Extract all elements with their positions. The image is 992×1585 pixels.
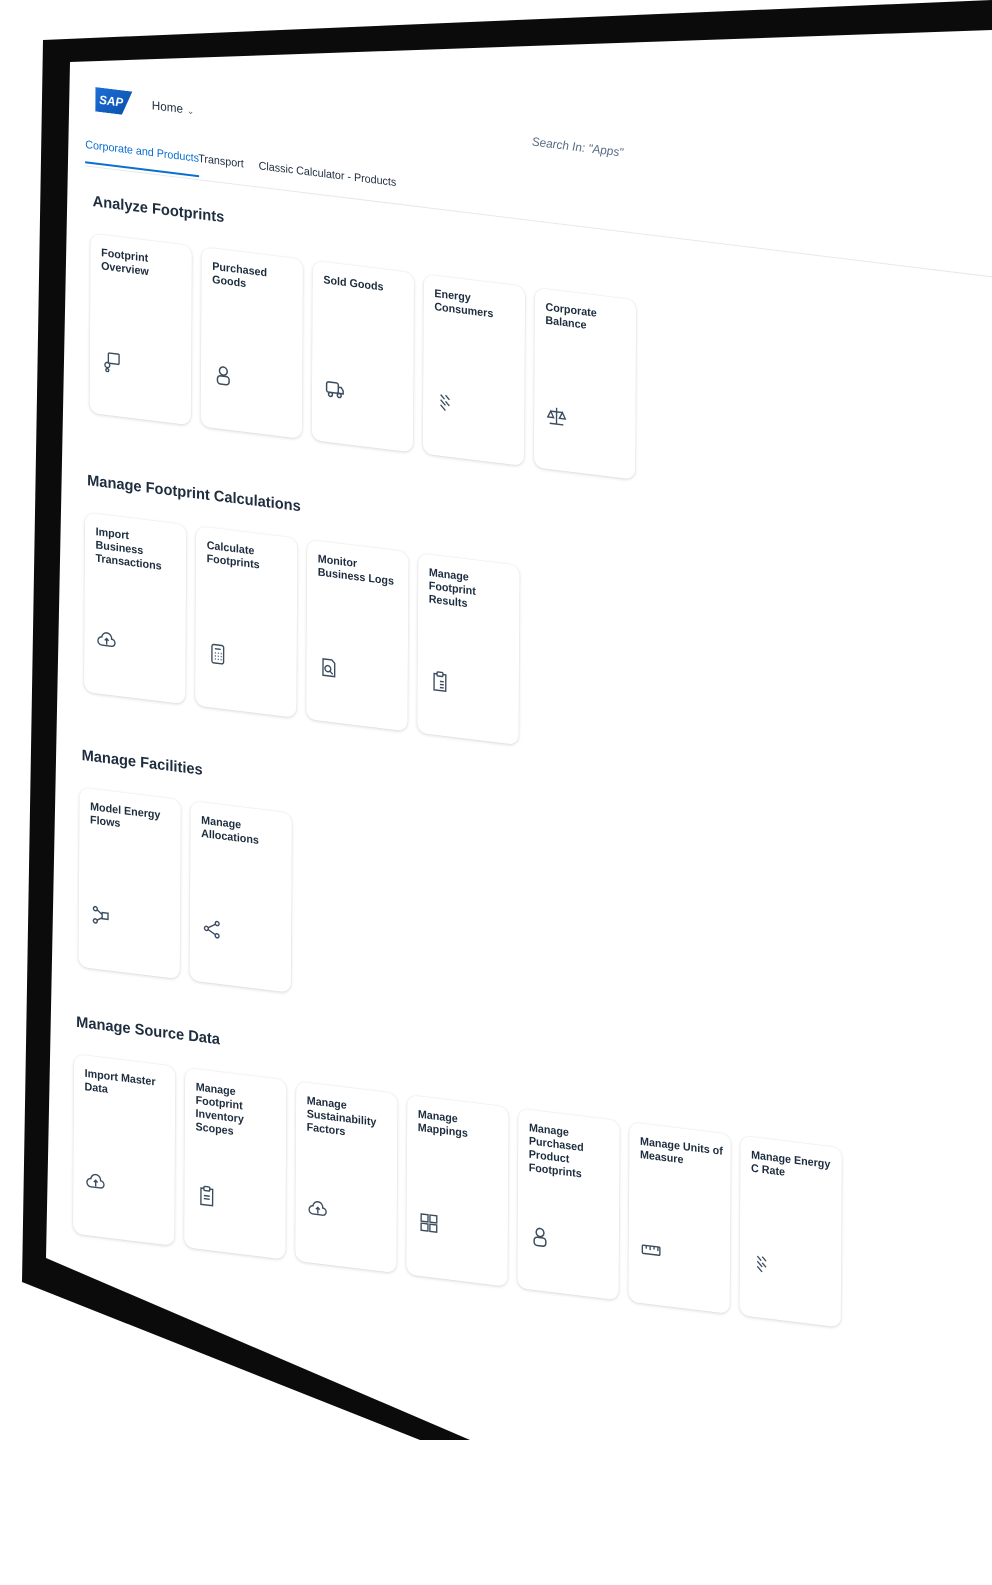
home-menu[interactable]: Home ⌄ xyxy=(152,98,195,117)
tile-label: Manage Sustainability Factors xyxy=(306,1094,377,1139)
share-icon xyxy=(201,917,223,942)
cloud-upload-icon xyxy=(85,1170,107,1195)
tile-monitor-business-logs[interactable]: Monitor Business Logs xyxy=(306,539,409,732)
tile-manage-sustainability-factors[interactable]: Manage Sustainability Factors xyxy=(295,1081,398,1274)
monitor-screen: SAP Home ⌄ Search In: "Apps" Corporate an… xyxy=(46,30,992,1440)
tile-manage-mappings[interactable]: Manage Mappings xyxy=(406,1094,509,1287)
ruler-icon xyxy=(640,1238,662,1263)
cloud-upload-icon xyxy=(96,628,118,653)
tile-label: Manage Allocations xyxy=(201,814,259,848)
mapping-icon xyxy=(418,1211,440,1236)
home-label: Home xyxy=(151,97,184,117)
tile-label: Manage Footprint Results xyxy=(428,566,476,611)
tile-energy-consumers[interactable]: Energy Consumers xyxy=(422,274,526,467)
supplier-icon xyxy=(213,363,235,388)
launchpad: SAP Home ⌄ Search In: "Apps" Corporate an… xyxy=(66,66,992,1440)
tile-label: Purchased Goods xyxy=(212,260,268,291)
tile-purchased-goods[interactable]: Purchased Goods xyxy=(200,246,303,439)
tile-label: Monitor Business Logs xyxy=(317,553,394,588)
document-icon xyxy=(196,1183,218,1208)
tile-model-energy-flows[interactable]: Model Energy Flows xyxy=(78,787,181,980)
tile-manage-footprint-inventory-scopes[interactable]: Manage Footprint Inventory Scopes xyxy=(184,1067,287,1260)
tile-label: Calculate Footprints xyxy=(206,539,260,572)
tile-sold-goods[interactable]: Sold Goods xyxy=(311,260,415,453)
tile-manage-purchased-product-footprints[interactable]: Manage Purchased Product Footprints xyxy=(517,1108,620,1301)
tile-label: Sold Goods xyxy=(323,274,384,294)
tab-transport[interactable]: Transport xyxy=(198,153,244,171)
sap-logo[interactable]: SAP xyxy=(95,87,132,116)
balance-scale-icon xyxy=(546,403,568,428)
supplier-icon xyxy=(529,1224,551,1249)
log-search-icon xyxy=(318,655,340,680)
tile-label: Import Master Data xyxy=(84,1067,156,1096)
tile-label: Manage Units of Measure xyxy=(639,1135,723,1167)
tile-label: Model Energy Flows xyxy=(90,800,161,831)
energy-icon xyxy=(435,390,457,415)
section-title-manage-footprint-calculations: Manage Footprint Calculations xyxy=(87,471,301,516)
cloud-upload-icon xyxy=(307,1197,329,1222)
section-title-manage-source-data: Manage Source Data xyxy=(76,1013,220,1049)
tile-manage-energy-c-rate[interactable]: Manage Energy C Rate xyxy=(739,1135,842,1328)
tile-manage-allocations[interactable]: Manage Allocations xyxy=(189,800,292,993)
chevron-down-icon: ⌄ xyxy=(186,105,195,117)
energy-icon xyxy=(751,1251,773,1276)
truck-icon xyxy=(324,376,346,401)
tile-manage-footprint-results[interactable]: Manage Footprint Results xyxy=(417,553,520,746)
overview-icon xyxy=(101,349,123,374)
clipboard-list-icon xyxy=(429,669,451,694)
tile-corporate-balance[interactable]: Corporate Balance xyxy=(533,287,637,480)
tile-label: Manage Footprint Inventory Scopes xyxy=(195,1081,244,1138)
tab-classic-calculator-products[interactable]: Classic Calculator - Products xyxy=(259,160,397,189)
tile-footprint-overview[interactable]: Footprint Overview xyxy=(89,233,192,426)
search-field[interactable]: Search In: "Apps" xyxy=(532,134,624,159)
tile-import-business-transactions[interactable]: Import Business Transactions xyxy=(83,512,187,705)
tab-corporate-and-products[interactable]: Corporate and Products xyxy=(85,139,199,165)
tile-label: Corporate Balance xyxy=(545,301,597,332)
tile-label: Manage Energy C Rate xyxy=(751,1149,831,1179)
tile-calculate-footprints[interactable]: Calculate Footprints xyxy=(195,525,298,718)
tile-label: Footprint Overview xyxy=(101,246,149,279)
tile-import-master-data[interactable]: Import Master Data xyxy=(72,1054,176,1246)
section-title-manage-facilities: Manage Facilities xyxy=(81,746,203,779)
tile-label: Energy Consumers xyxy=(434,287,494,321)
calculator-icon xyxy=(207,642,229,667)
tile-manage-units-of-measure[interactable]: Manage Units of Measure xyxy=(628,1122,731,1314)
section-title-analyze-footprints: Analyze Footprints xyxy=(92,192,225,227)
tile-label: Import Business Transactions xyxy=(95,525,162,573)
tile-label: Manage Mappings xyxy=(417,1108,468,1141)
tile-label: Manage Purchased Product Footprints xyxy=(528,1121,584,1181)
flow-icon xyxy=(90,903,112,928)
